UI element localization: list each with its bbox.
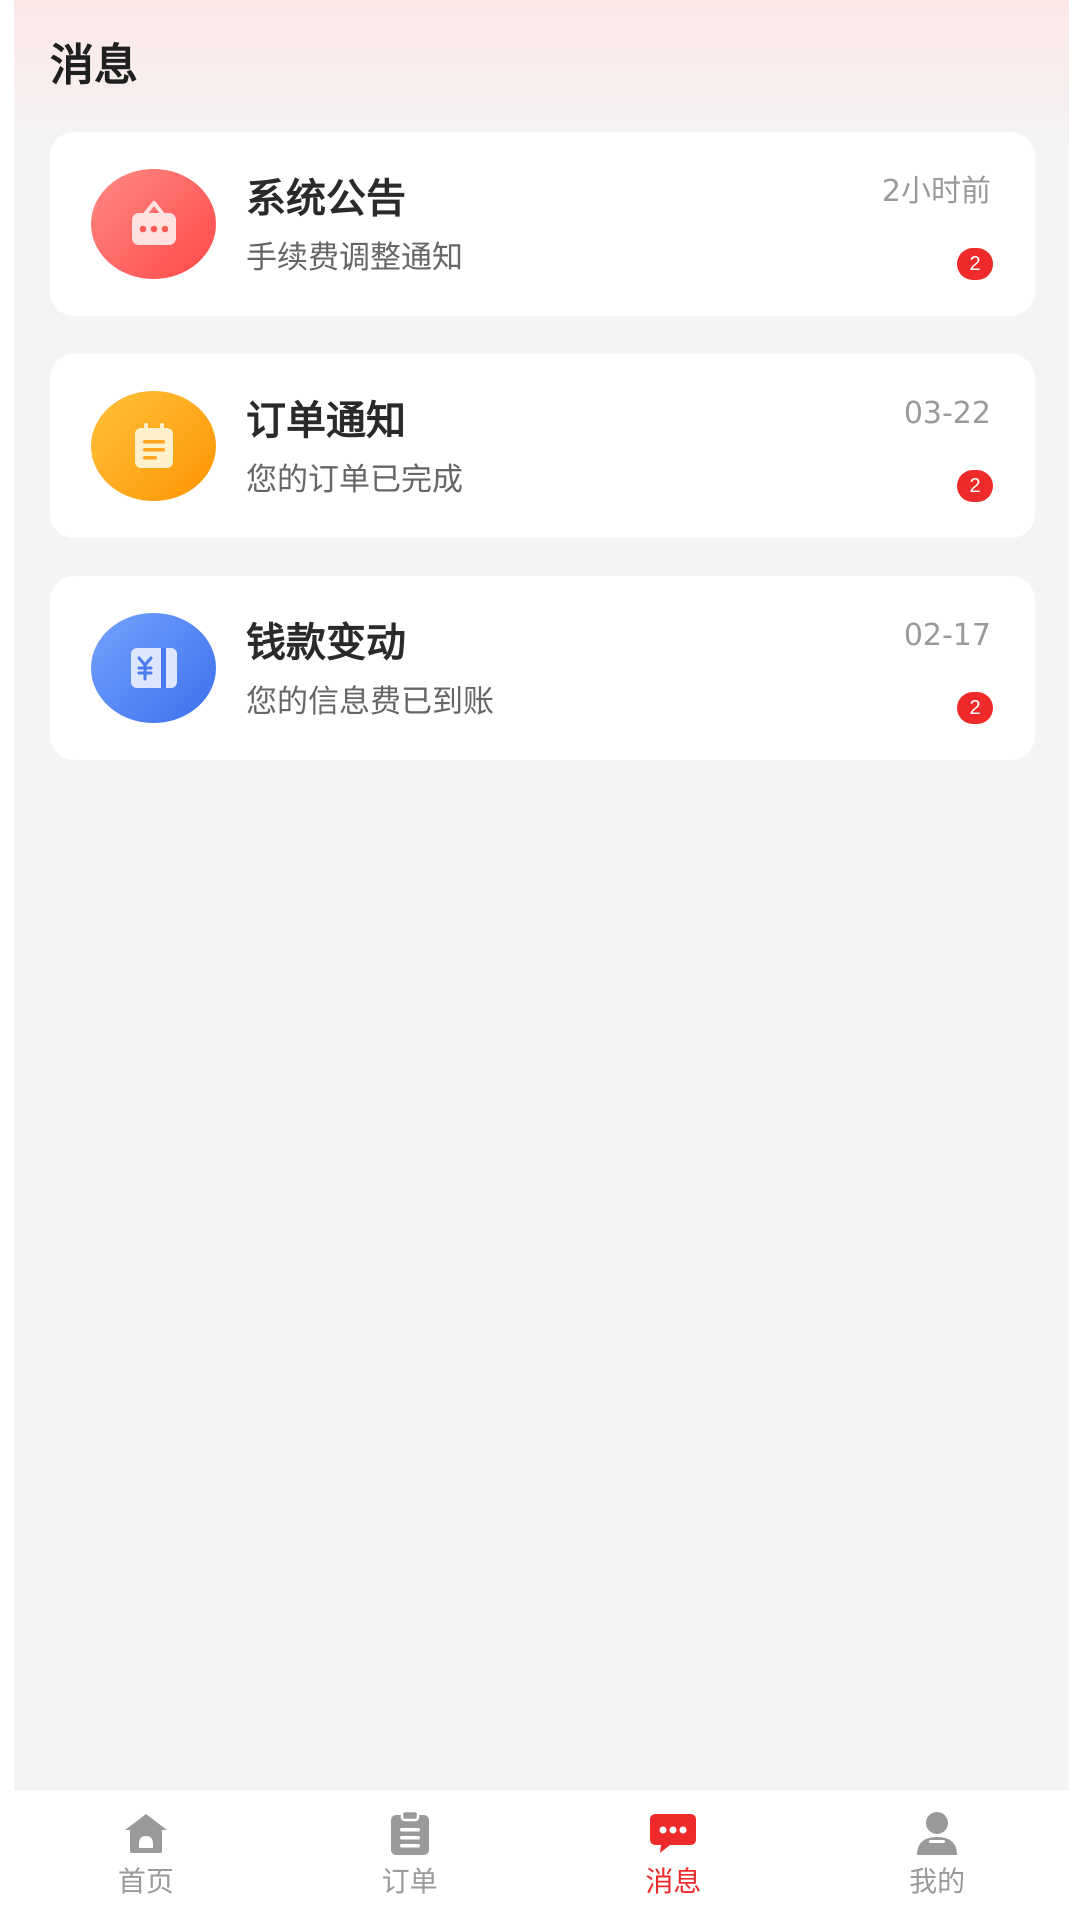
tab-label: 首页 <box>117 1865 174 1898</box>
message-preview: 手续费调整通知 <box>246 240 463 276</box>
unread-badge: 2 <box>957 470 993 502</box>
clipboard-icon <box>134 423 173 468</box>
message-preview: 您的信息费已到账 <box>246 684 494 720</box>
message-item-system-notice[interactable]: 系统公告 手续费调整通知 2小时前 2 <box>50 132 1035 316</box>
message-preview: 您的订单已完成 <box>246 462 463 498</box>
message-title: 订单通知 <box>246 398 406 444</box>
message-title: 系统公告 <box>246 176 406 222</box>
message-title: 钱款变动 <box>246 620 406 666</box>
bottom-tab-bar: 首页 订单 消息 我的 <box>14 1789 1069 1920</box>
yuan-card-icon <box>130 648 177 688</box>
tab-messages[interactable]: 消息 <box>542 1790 806 1920</box>
tab-label: 订单 <box>381 1865 438 1898</box>
unread-badge: 2 <box>957 692 993 724</box>
tab-label: 消息 <box>645 1865 702 1898</box>
page-title: 消息 <box>50 40 138 91</box>
message-time: 02-17 <box>903 618 991 653</box>
message-time: 2小时前 <box>881 174 991 209</box>
tab-profile[interactable]: 我的 <box>805 1790 1069 1920</box>
tab-home[interactable]: 首页 <box>14 1790 278 1920</box>
shop-bag-icon <box>131 201 176 245</box>
message-item-money-change[interactable]: 钱款变动 您的信息费已到账 02-17 2 <box>50 576 1035 760</box>
message-page: 消息 系统公告 手续费调整通知 2小时前 2 订单通知 您的订单已完成 03-2… <box>14 0 1069 1920</box>
unread-badge: 2 <box>957 248 993 280</box>
message-avatar <box>91 391 216 501</box>
message-avatar <box>91 169 216 279</box>
clipboard-icon <box>390 1809 429 1855</box>
message-list: 系统公告 手续费调整通知 2小时前 2 订单通知 您的订单已完成 03-22 2 <box>50 132 1035 798</box>
chat-bubble-icon <box>650 1814 697 1853</box>
message-time: 03-22 <box>903 396 991 431</box>
home-icon <box>124 1814 167 1853</box>
message-item-order-notice[interactable]: 订单通知 您的订单已完成 03-22 2 <box>50 354 1035 538</box>
tab-label: 我的 <box>909 1865 966 1898</box>
message-avatar <box>91 613 216 723</box>
user-icon <box>917 1812 958 1855</box>
tab-orders[interactable]: 订单 <box>278 1790 542 1920</box>
